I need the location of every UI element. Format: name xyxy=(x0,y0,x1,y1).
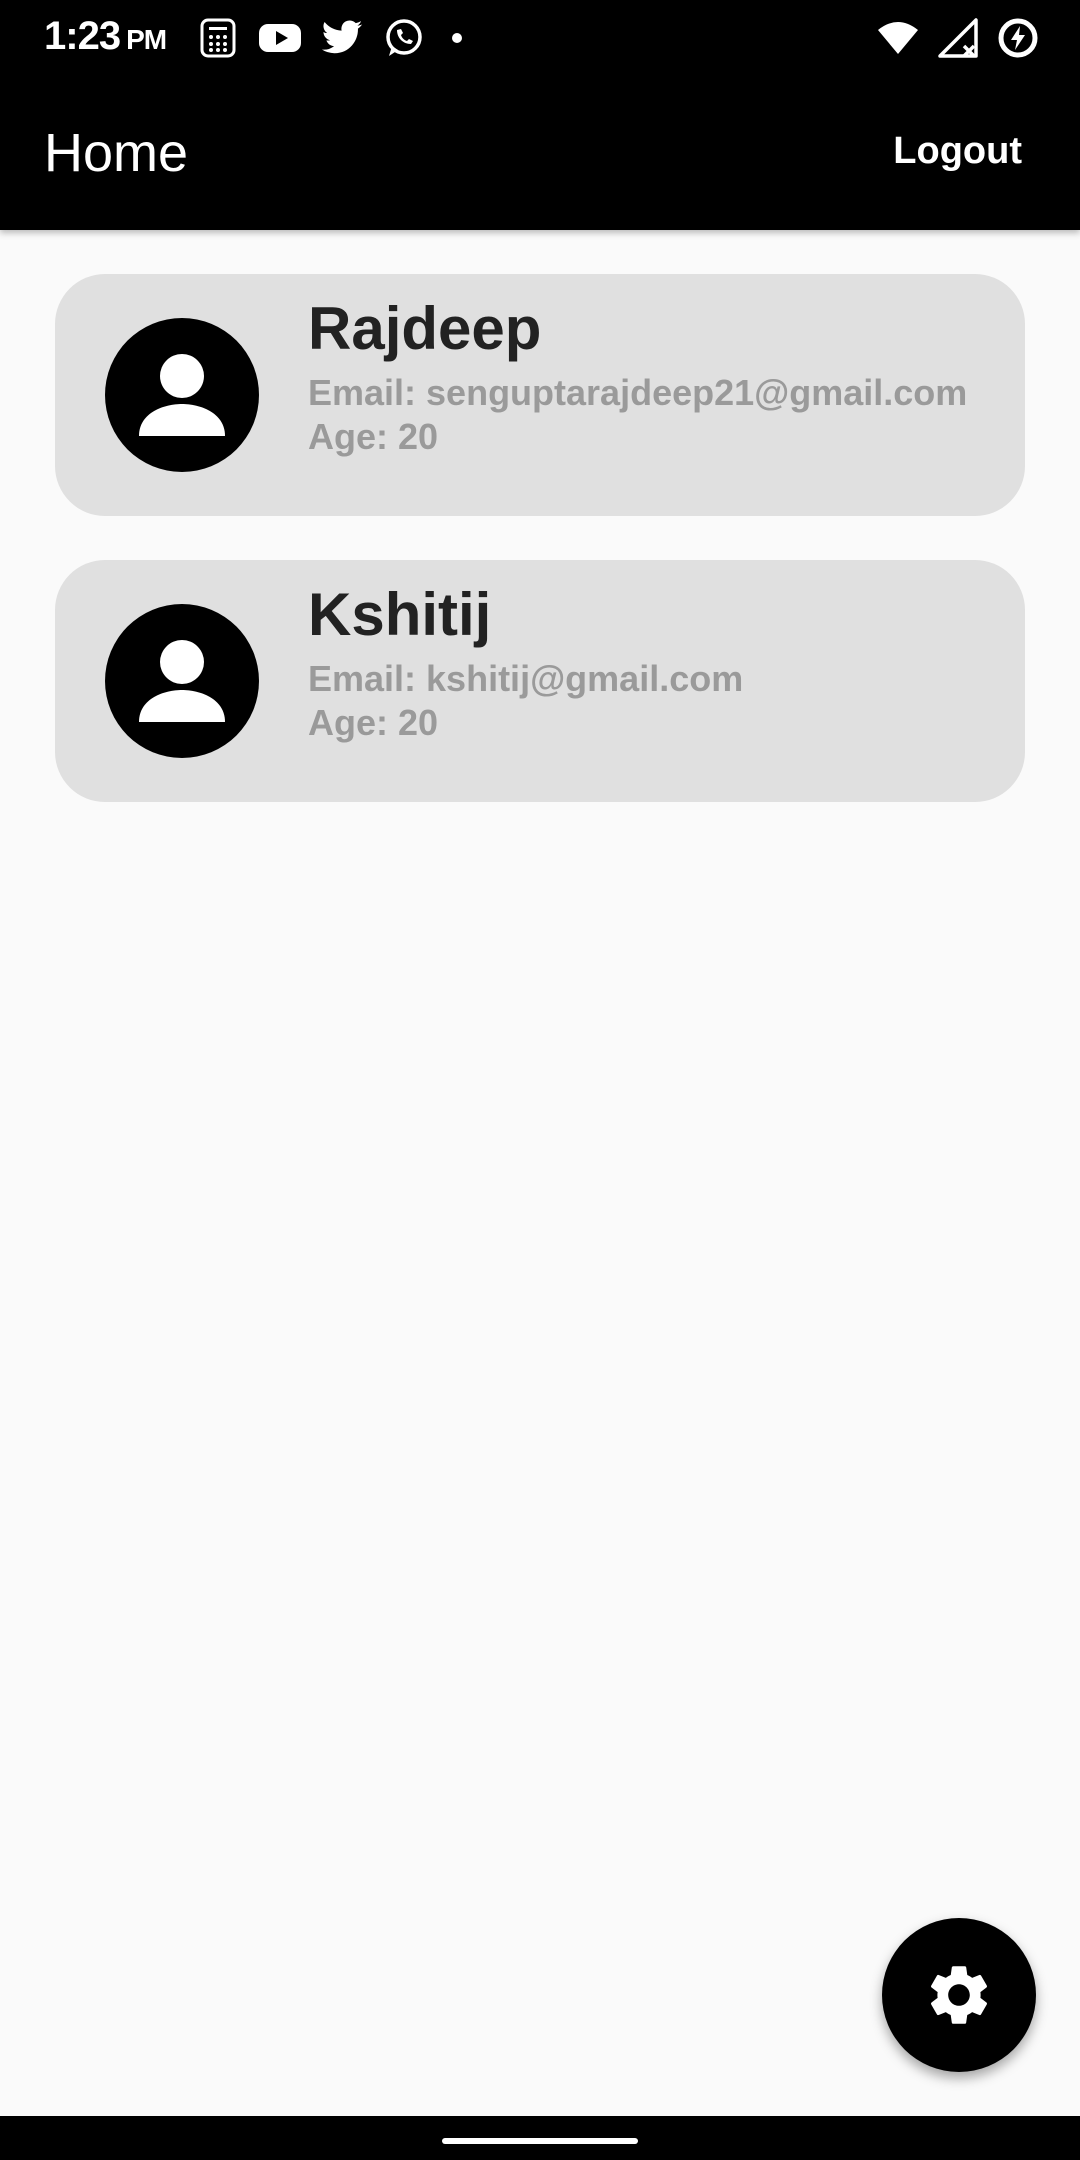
home-screen: 1:23 PM Home Logout Rajdeep Email: sengu… xyxy=(0,0,1080,2160)
status-bar: 1:23 PM xyxy=(0,0,1080,78)
user-card[interactable]: Rajdeep Email: senguptarajdeep21@gmail.c… xyxy=(55,274,1025,516)
system-icons xyxy=(876,16,1040,60)
youtube-icon xyxy=(259,24,301,52)
status-clock: 1:23 xyxy=(44,14,121,58)
settings-fab-button[interactable] xyxy=(882,1918,1036,2072)
person-icon xyxy=(139,354,225,436)
user-age: Age: 20 xyxy=(308,702,439,743)
user-card[interactable]: Kshitij Email: kshitij@gmail.com Age: 20 xyxy=(55,560,1025,802)
battery-charging-icon xyxy=(998,18,1038,58)
gear-icon xyxy=(930,1966,988,2024)
navigation-bar xyxy=(0,2116,1080,2160)
calculator-icon xyxy=(200,18,236,58)
user-name: Rajdeep xyxy=(308,295,542,362)
user-email: Email: kshitij@gmail.com xyxy=(308,658,744,699)
avatar xyxy=(105,604,259,758)
app-bar: Home Logout xyxy=(0,78,1080,230)
more-notifications-dot xyxy=(452,33,462,43)
avatar xyxy=(105,318,259,472)
home-gesture-handle[interactable] xyxy=(442,2138,638,2144)
notification-icons xyxy=(196,16,462,60)
page-title: Home xyxy=(44,123,189,183)
logout-button[interactable]: Logout xyxy=(893,130,1022,173)
status-time: 1:23 PM xyxy=(44,14,167,59)
user-age: Age: 20 xyxy=(308,416,439,457)
user-name: Kshitij xyxy=(308,581,492,648)
signal-icon xyxy=(938,18,978,58)
whatsapp-icon xyxy=(386,19,422,56)
person-icon xyxy=(139,640,225,722)
status-ampm: PM xyxy=(126,24,167,55)
twitter-icon xyxy=(321,20,363,54)
user-email: Email: senguptarajdeep21@gmail.com xyxy=(308,372,968,413)
wifi-icon xyxy=(878,22,918,54)
user-list: Rajdeep Email: senguptarajdeep21@gmail.c… xyxy=(55,274,1025,846)
